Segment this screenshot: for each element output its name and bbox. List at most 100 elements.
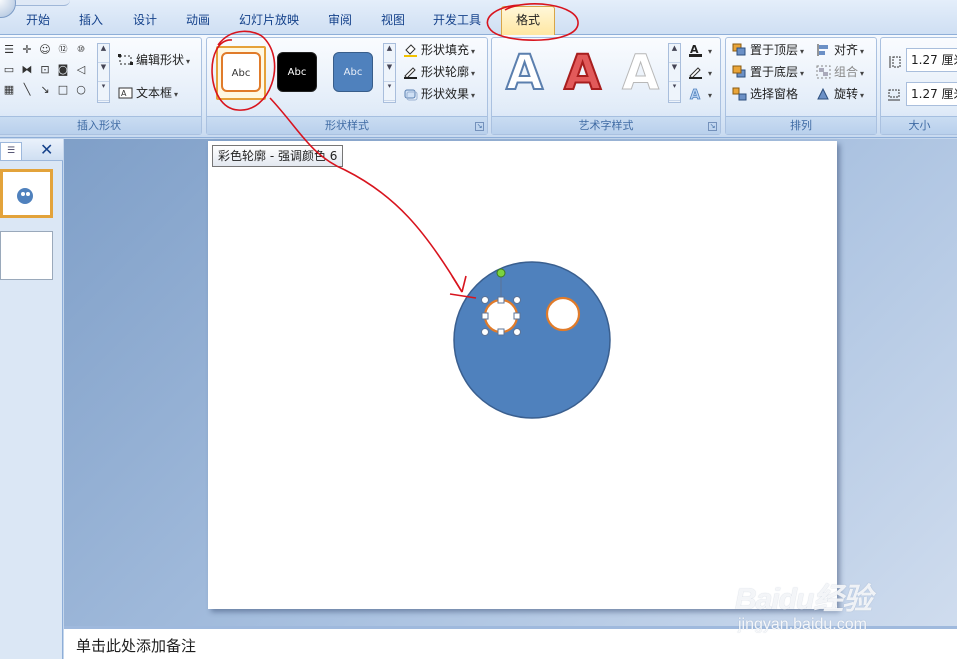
shape-effects-label: 形状效果 bbox=[421, 87, 470, 101]
shape-oval-icon[interactable]: ○ bbox=[73, 82, 89, 98]
group-insert-shapes: ☰ ✛ ☺ ⑫ ⑩ ▭ ⧓ ⊡ ◙ ◁ ▦ ╲ ↘ □ ○ ▲ ▼ ▾ 编辑形状 ▾ … bbox=[0, 37, 202, 135]
text-outline-button[interactable]: ▾ bbox=[688, 62, 712, 82]
tab-animation[interactable]: 动画 bbox=[185, 11, 211, 29]
edit-shape-label: 编辑形状 bbox=[136, 53, 185, 67]
group-label: 插入形状 bbox=[0, 116, 201, 134]
group-button[interactable]: 组合 ▾ bbox=[816, 62, 864, 82]
chevron-down-icon: ▾ bbox=[860, 69, 865, 78]
resize-handle-e[interactable] bbox=[513, 312, 521, 320]
office-button[interactable] bbox=[0, 0, 16, 18]
tab-slideshow[interactable]: 幻灯片放映 bbox=[238, 11, 300, 29]
group-label: 艺术字样式 bbox=[492, 116, 720, 134]
rotate-icon bbox=[816, 87, 831, 101]
shape-grid-icon[interactable]: ▦ bbox=[1, 82, 17, 98]
style-colored-outline-accent6[interactable]: Abc bbox=[221, 52, 261, 92]
tab-view[interactable]: 视图 bbox=[380, 11, 406, 29]
shape-rectangle-icon[interactable]: □ bbox=[55, 82, 71, 98]
wordart-gallery-scroll[interactable]: ▲ ▼ ▾ bbox=[668, 43, 681, 103]
shape-badge-12-icon[interactable]: ⑫ bbox=[55, 42, 71, 58]
resize-handle-w[interactable] bbox=[481, 312, 489, 320]
shape-height-input[interactable]: 1.27 厘米 bbox=[906, 48, 957, 72]
shape-speaker-icon[interactable]: ◁ bbox=[73, 62, 89, 78]
chevron-down-icon: ▾ bbox=[471, 91, 476, 100]
group-size: 1.27 厘米 1.27 厘米 大小 bbox=[880, 37, 957, 135]
chevron-down-icon: ▾ bbox=[471, 47, 476, 56]
svg-text:A: A bbox=[121, 89, 127, 98]
shape-width-input[interactable]: 1.27 厘米 bbox=[906, 82, 957, 106]
shape-height-icon bbox=[887, 55, 901, 69]
chevron-down-icon: ▾ bbox=[860, 47, 865, 56]
dialog-launcher-icon[interactable]: ↘ bbox=[708, 122, 717, 131]
wordart-style-blue-outline[interactable]: A bbox=[505, 47, 544, 99]
resize-handle-s[interactable] bbox=[497, 328, 505, 336]
wordart-style-red[interactable]: A bbox=[563, 47, 602, 99]
chevron-down-icon: ▾ bbox=[860, 91, 865, 100]
group-objects-icon bbox=[816, 65, 831, 79]
slide-thumbnail-2[interactable] bbox=[0, 231, 53, 280]
pencil-outline-icon bbox=[403, 65, 418, 79]
shape-styles-gallery-scroll[interactable]: ▲ ▼ ▾ bbox=[383, 43, 396, 103]
tab-design[interactable]: 设计 bbox=[132, 11, 158, 29]
tab-review[interactable]: 审阅 bbox=[327, 11, 353, 29]
text-effects-button[interactable]: A ▾ bbox=[688, 84, 712, 104]
rotate-button[interactable]: 旋转 ▾ bbox=[816, 84, 864, 104]
send-to-back-button[interactable]: 置于底层 ▾ bbox=[732, 62, 804, 82]
shape-lines-icon[interactable]: ☰ bbox=[1, 42, 17, 58]
shape-width-icon bbox=[887, 88, 901, 102]
notes-pane[interactable]: 单击此处添加备注 bbox=[64, 626, 957, 659]
selection-pane-icon bbox=[732, 87, 747, 101]
shapes-gallery-scroll[interactable]: ▲ ▼ ▾ bbox=[97, 43, 110, 103]
shape-arrow-line-icon[interactable]: ↘ bbox=[37, 82, 53, 98]
shape-line-icon[interactable]: ╲ bbox=[19, 82, 35, 98]
group-label: 大小 bbox=[881, 116, 957, 134]
shape-effects-button[interactable]: 形状效果 ▾ bbox=[403, 84, 475, 104]
shape-badge-10-icon[interactable]: ⑩ bbox=[73, 42, 89, 58]
slide-canvas[interactable] bbox=[208, 141, 837, 609]
align-icon bbox=[816, 43, 831, 57]
chevron-down-icon: ▾ bbox=[708, 91, 713, 100]
shape-bubble-icon[interactable]: ◙ bbox=[55, 62, 71, 78]
right-small-circle[interactable] bbox=[545, 296, 581, 332]
shape-rect-icon[interactable]: ▭ bbox=[1, 62, 17, 78]
shape-smiley-icon[interactable]: ☺ bbox=[37, 42, 53, 58]
style-tooltip: 彩色轮廓 - 强调颜色 6 bbox=[212, 145, 344, 167]
bring-to-front-button[interactable]: 置于顶层 ▾ bbox=[732, 40, 804, 60]
edit-shape-button[interactable]: 编辑形状 ▾ bbox=[118, 50, 190, 70]
outline-tab[interactable]: ☰ bbox=[0, 142, 22, 160]
resize-handle-se[interactable] bbox=[513, 328, 521, 336]
style-black-fill[interactable]: Abc bbox=[277, 52, 317, 92]
shape-outline-label: 形状轮廓 bbox=[421, 65, 470, 79]
shape-outline-button[interactable]: 形状轮廓 ▾ bbox=[403, 62, 475, 82]
rotation-handle[interactable] bbox=[496, 268, 506, 278]
selected-small-circle[interactable] bbox=[483, 298, 519, 334]
group-label: 排列 bbox=[726, 116, 876, 134]
group-label: 形状样式 bbox=[207, 116, 487, 134]
selection-pane-button[interactable]: 选择窗格 bbox=[732, 84, 798, 104]
shapes-gallery[interactable]: ☰ ✛ ☺ ⑫ ⑩ ▭ ⧓ ⊡ ◙ ◁ ▦ ╲ ↘ □ ○ bbox=[1, 42, 109, 106]
tab-home[interactable]: 开始 bbox=[26, 11, 50, 29]
ribbon: ☰ ✛ ☺ ⑫ ⑩ ▭ ⧓ ⊡ ◙ ◁ ▦ ╲ ↘ □ ○ ▲ ▼ ▾ 编辑形状 ▾ … bbox=[0, 35, 957, 138]
slide-thumbnail-1[interactable] bbox=[0, 169, 53, 218]
text-fill-button[interactable]: A ▾ bbox=[688, 40, 712, 60]
text-box-button[interactable]: A 文本框 ▾ bbox=[118, 83, 178, 103]
tab-insert[interactable]: 插入 bbox=[78, 11, 104, 29]
shape-bowtie-icon[interactable]: ⧓ bbox=[19, 62, 35, 78]
notes-placeholder: 单击此处添加备注 bbox=[76, 637, 197, 655]
dialog-launcher-icon[interactable]: ↘ bbox=[475, 122, 484, 131]
close-icon[interactable]: ✕ bbox=[40, 141, 53, 159]
resize-handle-nw[interactable] bbox=[481, 296, 489, 304]
shape-tag-icon[interactable]: ⊡ bbox=[37, 62, 53, 78]
style-blue-fill[interactable]: Abc bbox=[333, 52, 373, 92]
align-button[interactable]: 对齐 ▾ bbox=[816, 40, 864, 60]
tab-developer[interactable]: 开发工具 bbox=[432, 11, 482, 29]
resize-handle-ne[interactable] bbox=[513, 296, 521, 304]
large-blue-circle[interactable] bbox=[453, 261, 611, 419]
wordart-style-white[interactable]: A bbox=[621, 48, 659, 99]
group-wordart-styles: A A A ▲ ▼ ▾ A ▾ ▾ A ▾ 艺术字样式 ↘ bbox=[491, 37, 721, 135]
shape-cross-icon[interactable]: ✛ bbox=[19, 42, 35, 58]
resize-handle-sw[interactable] bbox=[481, 328, 489, 336]
resize-handle-n[interactable] bbox=[497, 296, 505, 304]
tab-format[interactable]: 格式 bbox=[501, 6, 556, 35]
align-label: 对齐 bbox=[834, 43, 859, 57]
shape-fill-button[interactable]: 形状填充 ▾ bbox=[403, 40, 475, 60]
